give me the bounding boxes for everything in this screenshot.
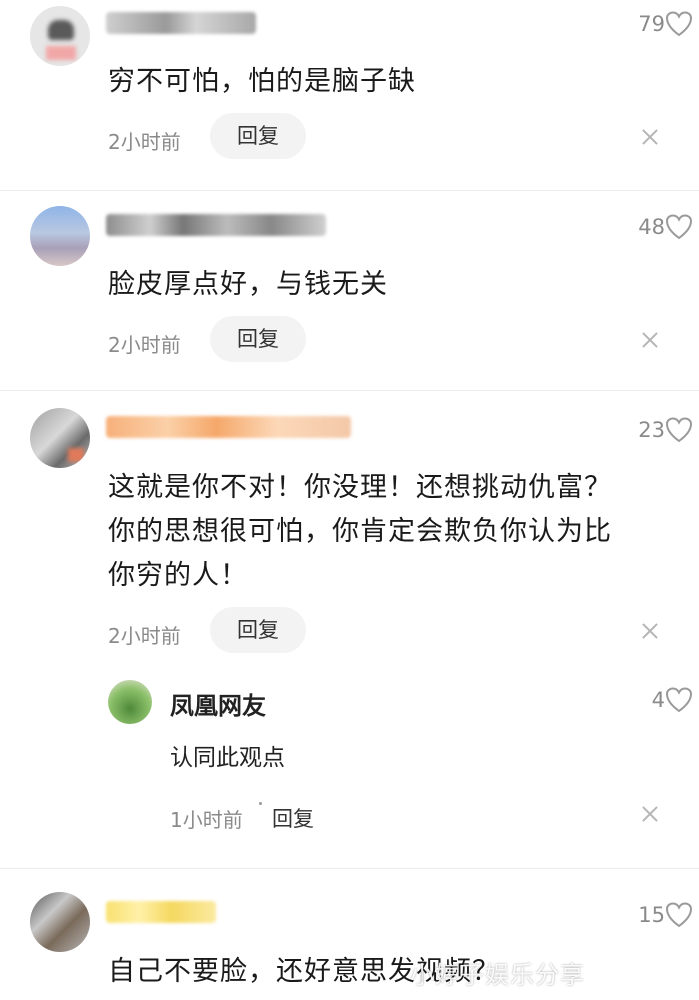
avatar[interactable] <box>108 680 152 724</box>
close-icon[interactable] <box>641 622 659 640</box>
reply-button[interactable]: 回复 <box>210 607 306 653</box>
comment-time: 2小时前 <box>108 624 181 648</box>
comment-text: 穷不可怕，怕的是脑子缺 <box>108 66 416 97</box>
like-count: 23 <box>638 418 665 442</box>
like-count: 79 <box>638 12 665 36</box>
sub-reply-username[interactable]: 凤凰网友 <box>170 686 266 721</box>
heart-icon[interactable] <box>665 11 693 37</box>
avatar[interactable] <box>30 892 90 952</box>
avatar[interactable] <box>30 6 90 66</box>
watermark: 小婷子娱乐分享 <box>410 961 585 989</box>
like-count: 4 <box>651 688 665 712</box>
sub-reply-time: 1小时前 <box>170 808 243 832</box>
username-blurred[interactable] <box>106 416 351 438</box>
heart-icon[interactable] <box>665 902 693 928</box>
comment-time: 2小时前 <box>108 130 181 154</box>
heart-icon[interactable] <box>665 417 693 443</box>
separator-dot <box>259 802 262 805</box>
avatar[interactable] <box>30 206 90 266</box>
comment-item: 15 自己不要脸，还好意思发视频？ <box>0 868 699 1000</box>
comment-text: 脸皮厚点好，与钱无关 <box>108 269 388 300</box>
reply-button[interactable]: 回复 <box>210 316 306 362</box>
reply-button[interactable]: 回复 <box>272 803 314 833</box>
close-icon[interactable] <box>641 805 659 823</box>
comment-time: 2小时前 <box>108 333 181 357</box>
comment-item: 48 脸皮厚点好，与钱无关 2小时前 回复 <box>0 190 699 390</box>
reply-button[interactable]: 回复 <box>210 113 306 159</box>
close-icon[interactable] <box>641 128 659 146</box>
avatar[interactable] <box>30 408 90 468</box>
heart-icon[interactable] <box>665 214 693 240</box>
comment-text: 自己不要脸，还好意思发视频？ <box>108 956 500 987</box>
sub-reply-text: 认同此观点 <box>170 745 285 771</box>
heart-icon[interactable] <box>665 687 693 713</box>
username-blurred[interactable] <box>106 901 216 923</box>
sub-reply: 凤凰网友 4 认同此观点 1小时前 回复 <box>0 670 699 850</box>
comment-text: 这就是你不对！你没理！还想挑动仇富？ 你的思想很可怕，你肯定会欺负你认为比 你穷… <box>108 472 612 591</box>
like-count: 48 <box>638 215 665 239</box>
username-blurred[interactable] <box>106 12 256 34</box>
close-icon[interactable] <box>641 331 659 349</box>
comment-item: 23 这就是你不对！你没理！还想挑动仇富？ 你的思想很可怕，你肯定会欺负你认为比… <box>0 390 699 860</box>
username-blurred[interactable] <box>106 214 326 236</box>
like-count: 15 <box>638 903 665 927</box>
comment-item: 79 穷不可怕，怕的是脑子缺 2小时前 回复 <box>0 0 699 190</box>
